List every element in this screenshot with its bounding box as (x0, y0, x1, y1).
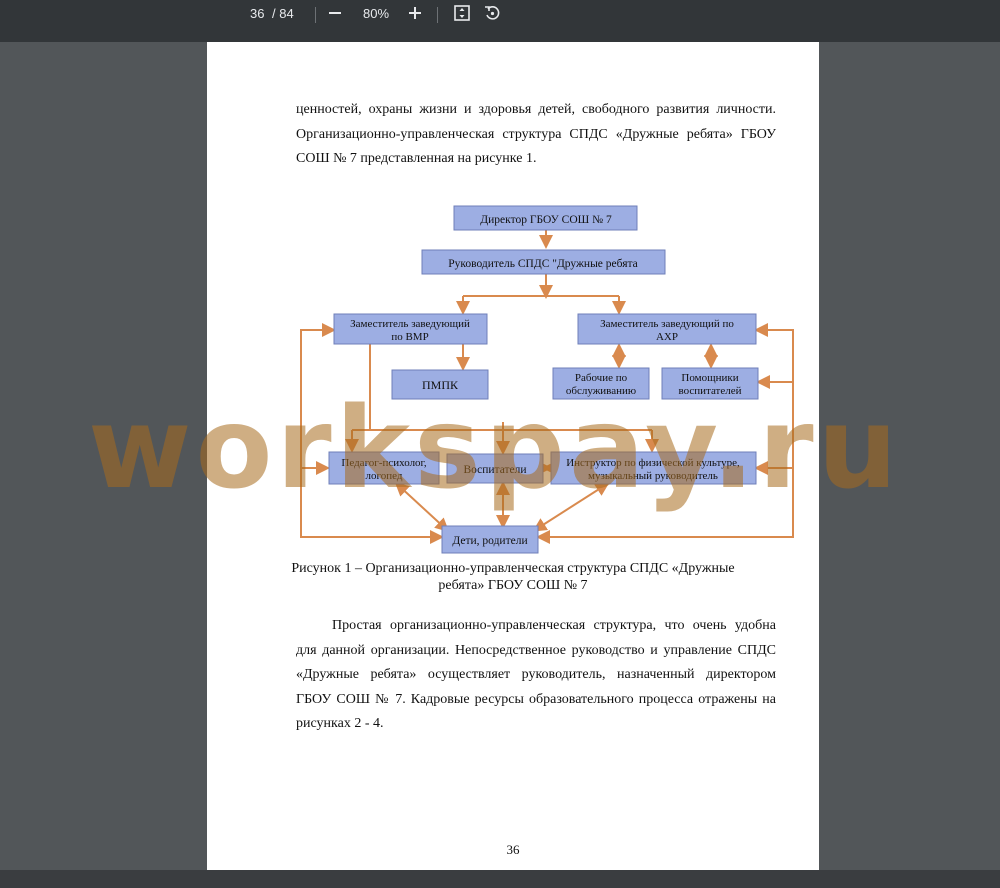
fit-page-button[interactable] (451, 4, 473, 24)
text-line: рисунках 2 - 4. (296, 716, 384, 731)
box-workers-label: Рабочие по (575, 372, 628, 384)
box-instructor-label: музыкальный руководитель (588, 470, 718, 482)
box-children-parents-label: Дети, родители (452, 535, 527, 547)
pdf-page: ценностей, охраны жизни и здоровья детей… (207, 42, 819, 870)
box-psychologist: Педагог-психолог, логопед (328, 451, 440, 485)
box-director-label: Директор ГБОУ СОШ № 7 (480, 214, 612, 226)
box-deputy-vmr: Заместитель заведующий по ВМР (333, 313, 488, 345)
box-pmpk: ПМПК (391, 369, 489, 400)
org-structure-diagram: Директор ГБОУ СОШ № 7 Руководитель СПДС … (300, 205, 794, 554)
rotate-button[interactable] (481, 4, 503, 24)
text-line: ГБОУ СОШ № 7. Кадровые ресурсы образоват… (296, 691, 776, 707)
box-director: Директор ГБОУ СОШ № 7 (453, 205, 638, 231)
zoom-out-button[interactable] (324, 4, 346, 24)
figure-caption: Рисунок 1 – Организационно-управленческа… (207, 560, 819, 594)
zoom-in-button[interactable] (404, 4, 426, 24)
box-deputy-ahr: Заместитель заведующий по АХР (577, 313, 757, 345)
zoom-level[interactable]: 80% (363, 0, 389, 28)
box-head: Руководитель СПДС "Дружные ребята (421, 249, 666, 275)
caption-line: ребята» ГБОУ СОШ № 7 (438, 578, 588, 593)
plus-icon (409, 7, 421, 19)
body-paragraph: Простая организационно-управленческая ст… (296, 614, 776, 737)
box-deputy-vmr-label: Заместитель заведующий (350, 318, 470, 330)
box-psychologist-label: логопед (366, 470, 403, 482)
bottom-bar (0, 870, 1000, 888)
box-educators: Воспитатели (446, 453, 544, 484)
page-total: / 84 (272, 6, 294, 21)
page-number-input[interactable]: 36 (250, 0, 264, 28)
box-psychologist-label: Педагог-психолог, (341, 457, 426, 469)
fit-page-icon (454, 5, 470, 21)
toolbar-divider (315, 7, 316, 23)
pdf-toolbar: 36 / 84 80% (0, 0, 1000, 42)
caption-line: Рисунок 1 – Организационно-управленческа… (291, 561, 735, 576)
rotate-icon (485, 6, 500, 20)
text-line: для данной организации. Непосредственное… (296, 642, 776, 658)
box-assistants: Помощники воспитателей (661, 367, 759, 400)
box-workers: Рабочие по обслуживанию (552, 367, 650, 400)
box-educators-label: Воспитатели (463, 464, 526, 476)
text-line: Простая организационно-управленческая ст… (332, 618, 776, 633)
box-assistants-label: Помощники (681, 372, 738, 384)
page-number-footer: 36 (506, 842, 520, 857)
text-line: «Дружные ребята» осуществляет руководите… (296, 667, 776, 682)
toolbar-divider (437, 7, 438, 23)
box-pmpk-label: ПМПК (422, 378, 459, 392)
box-children-parents: Дети, родители (441, 525, 539, 554)
box-instructor: Инструктор по физической культуре, музык… (550, 451, 757, 485)
box-deputy-vmr-label: по ВМР (391, 331, 428, 343)
box-instructor-label: Инструктор по физической культуре, (566, 457, 740, 469)
minus-icon (329, 12, 341, 14)
box-deputy-ahr-label: Заместитель заведующий по (600, 318, 734, 330)
box-head-label: Руководитель СПДС "Дружные ребята (448, 258, 638, 270)
box-workers-label: обслуживанию (566, 385, 636, 397)
box-assistants-label: воспитателей (678, 385, 741, 397)
box-deputy-ahr-label: АХР (656, 331, 678, 343)
